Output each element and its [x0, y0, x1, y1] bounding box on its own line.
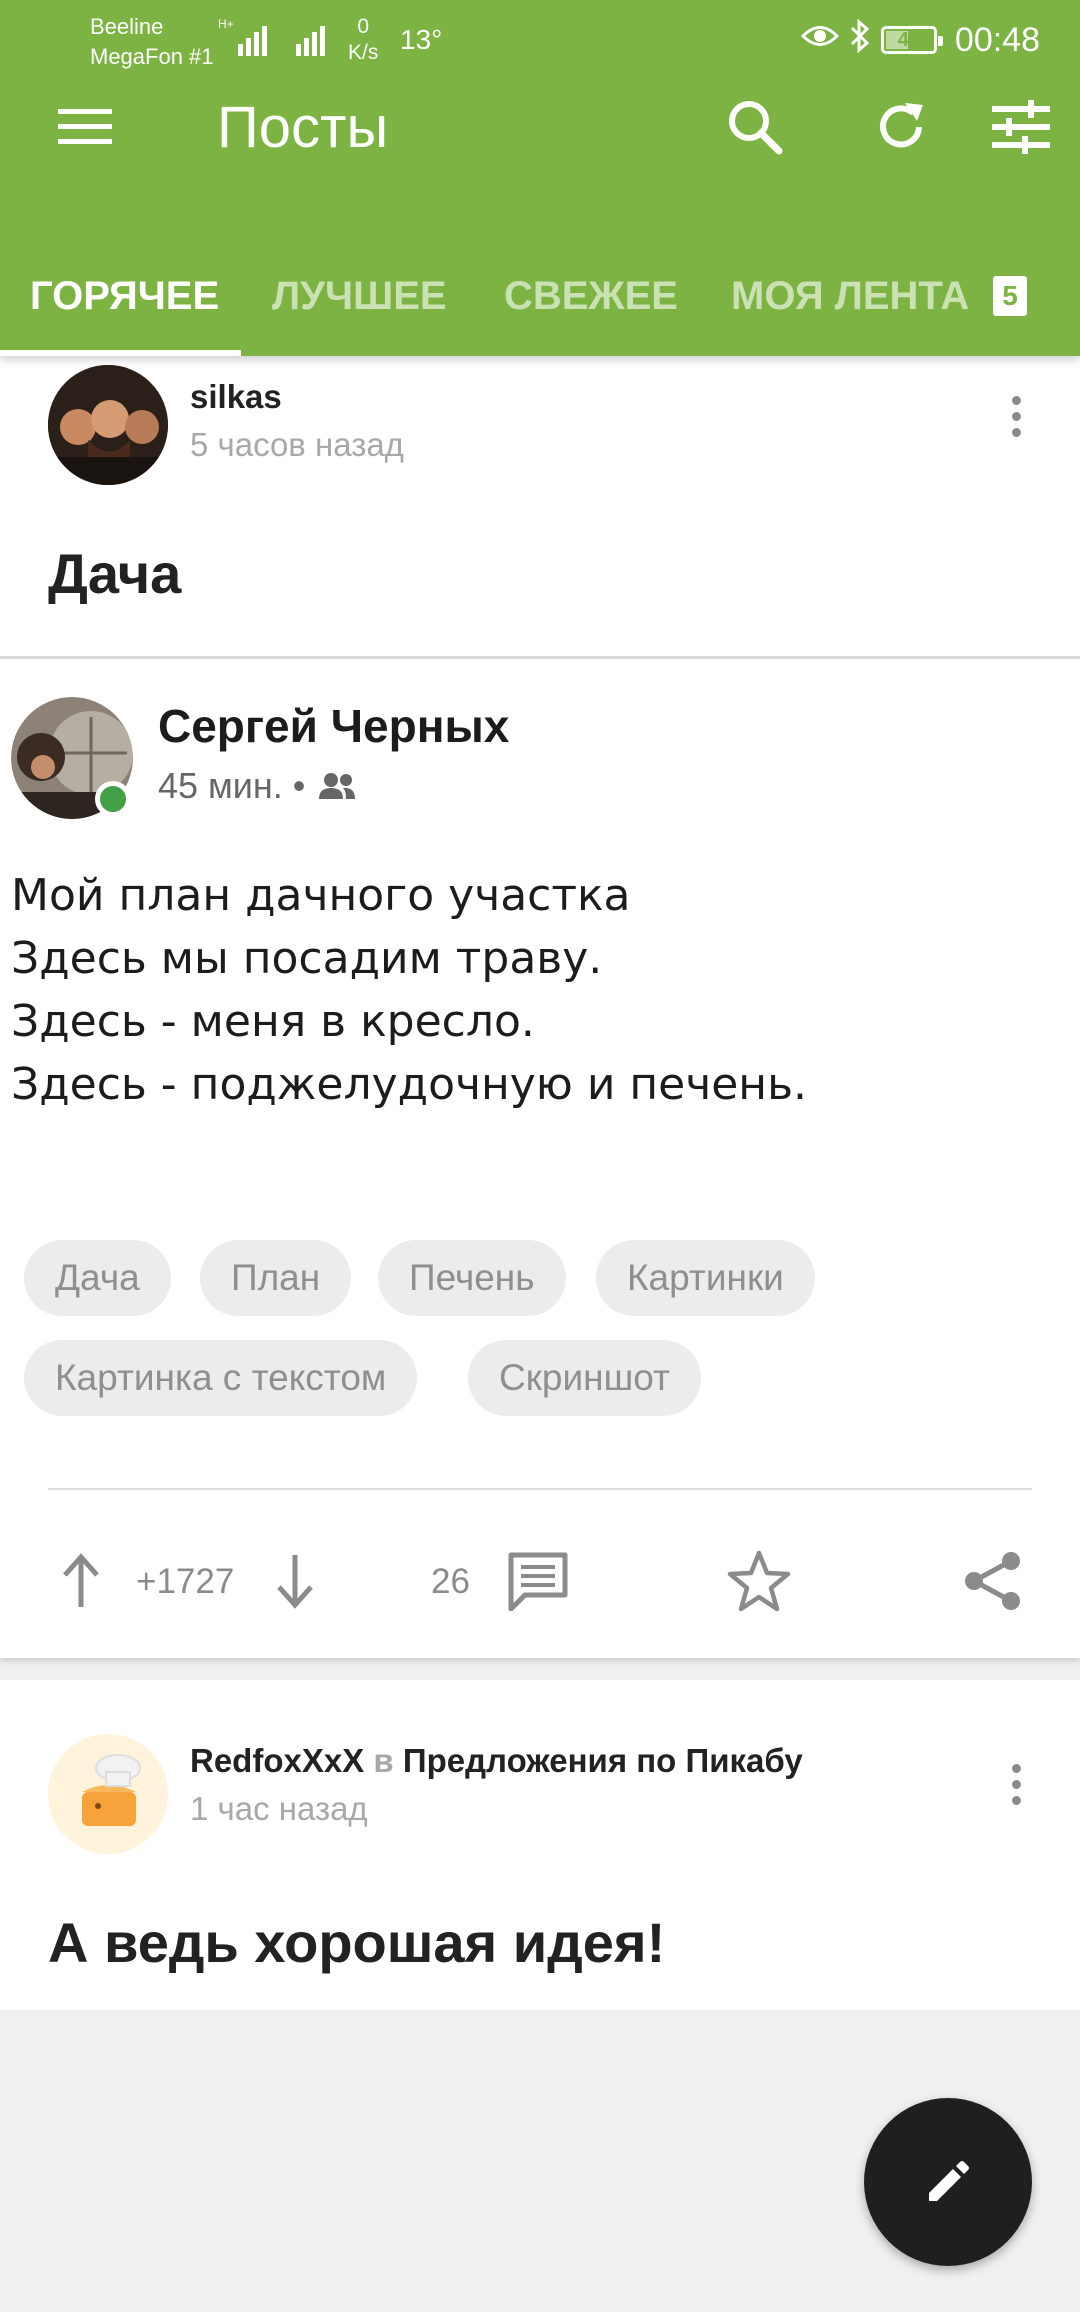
tag-chip[interactable]: Картинка с текстом — [24, 1340, 418, 1416]
battery-level: 44 — [897, 28, 921, 51]
save-button[interactable] — [714, 1536, 804, 1626]
refresh-button[interactable] — [856, 82, 946, 172]
share-button[interactable] — [948, 1536, 1038, 1626]
filter-icon — [992, 100, 1050, 154]
comment-icon — [508, 1552, 568, 1611]
signal-2-icon — [296, 22, 336, 56]
author-avatar[interactable] — [48, 365, 168, 485]
signal-1-icon: H+ — [218, 18, 268, 56]
embed-line: Мой план дачного участка — [11, 870, 631, 921]
post-byline: RedfoxXxX в Предложения по Пикабу — [190, 1742, 803, 1780]
app-bar: Beeline MegaFon #1 H+ 0 K/s 13° 44 00:48… — [0, 0, 1080, 356]
tab-label: СВЕЖЕЕ — [504, 273, 678, 318]
more-options-button[interactable] — [986, 376, 1046, 456]
embed-time: 45 мин. • — [158, 765, 306, 806]
tag-chip[interactable]: Печень — [378, 1240, 566, 1316]
tag-chip[interactable]: План — [200, 1240, 352, 1316]
status-bar: Beeline MegaFon #1 H+ 0 K/s 13° 44 00:48 — [0, 0, 1080, 80]
battery-icon: 44 — [880, 26, 943, 54]
comments-count: 26 — [431, 1562, 470, 1601]
tag-chip[interactable]: Скриншот — [468, 1340, 701, 1416]
online-status-dot — [95, 781, 131, 817]
community-name[interactable]: Предложения по Пикабу — [403, 1742, 803, 1779]
post-title[interactable]: Дача — [48, 541, 181, 606]
embed-post-time: 45 мин. • — [158, 765, 357, 807]
eye-icon — [800, 21, 840, 60]
tab-label: ЛУЧШЕЕ — [272, 273, 447, 318]
post-title[interactable]: А ведь хорошая идея! — [48, 1910, 665, 1975]
post-card: RedfoxXxX в Предложения по Пикабу 1 час … — [0, 1680, 1080, 2010]
arrow-up-icon — [63, 1553, 99, 1607]
temperature: 13° — [400, 24, 443, 55]
more-vert-icon — [1011, 395, 1021, 405]
clock: 00:48 — [954, 20, 1040, 59]
upvote-button[interactable] — [44, 1536, 118, 1626]
bluetooth-icon — [849, 18, 871, 62]
tab-best[interactable]: ЛУЧШЕЕ — [272, 236, 447, 356]
page-title: Посты — [217, 95, 389, 160]
tab-fresh[interactable]: СВЕЖЕЕ — [504, 236, 678, 356]
author-avatar[interactable] — [48, 1734, 168, 1854]
author-name[interactable]: silkas — [190, 378, 282, 416]
tab-bar: ГОРЯЧЕЕ ЛУЧШЕЕ СВЕЖЕЕ МОЯ ЛЕНТА 5 — [0, 236, 1080, 356]
embed-line: Здесь - меня в кресло. — [11, 996, 535, 1047]
comments-button[interactable] — [498, 1536, 578, 1626]
more-vert-icon — [1011, 1763, 1021, 1773]
tab-my-feed[interactable]: МОЯ ЛЕНТА 5 — [731, 236, 1027, 356]
speed-value: 0 — [357, 15, 370, 38]
refresh-icon — [880, 103, 923, 148]
tag-chip[interactable]: Дача — [24, 1240, 171, 1316]
share-icon — [965, 1552, 1020, 1610]
rating-count: +1727 — [136, 1562, 235, 1601]
embed-author-name: Сергей Черных — [158, 700, 510, 752]
tab-label: МОЯ ЛЕНТА — [731, 273, 970, 318]
embed-text: Мой план дачного участка Здесь мы посади… — [11, 864, 807, 1116]
divider — [48, 1488, 1032, 1490]
more-options-button[interactable] — [986, 1744, 1046, 1824]
network-speed: 0 K/s — [348, 14, 378, 66]
status-icons: 44 00:48 — [800, 18, 1040, 62]
arrow-down-icon — [277, 1555, 313, 1609]
post-time: 1 час назад — [190, 1790, 368, 1827]
tab-hot[interactable]: ГОРЯЧЕЕ — [30, 236, 219, 356]
pencil-icon — [929, 2161, 969, 2201]
author-name[interactable]: RedfoxXxX — [190, 1742, 364, 1779]
net-type-label: H+ — [218, 17, 234, 31]
carrier-names: Beeline MegaFon #1 — [90, 12, 214, 72]
search-icon — [729, 101, 783, 155]
tag-chip[interactable]: Картинки — [596, 1240, 815, 1316]
menu-button[interactable] — [40, 82, 130, 172]
filter-button[interactable] — [976, 82, 1066, 172]
embed-avatar — [11, 697, 133, 819]
tab-label: ГОРЯЧЕЕ — [30, 273, 220, 318]
embed-line: Здесь мы посадим траву. — [11, 933, 603, 984]
speed-unit: K/s — [348, 41, 379, 64]
post-card: silkas 5 часов назад Дача Сергей Черных — [0, 356, 1080, 1658]
tab-indicator — [0, 350, 241, 356]
in-word: в — [373, 1742, 394, 1779]
embed-line: Здесь - поджелудочную и печень. — [11, 1059, 807, 1110]
friends-icon — [319, 773, 356, 799]
downvote-button[interactable] — [258, 1536, 332, 1626]
star-icon — [727, 1550, 791, 1612]
unread-badge: 5 — [993, 276, 1027, 316]
search-button[interactable] — [710, 82, 800, 172]
menu-icon — [58, 109, 112, 144]
carrier-2: MegaFon #1 — [90, 44, 214, 69]
carrier-1: Beeline — [90, 14, 164, 39]
create-post-button[interactable] — [864, 2098, 1032, 2266]
post-time: 5 часов назад — [190, 426, 404, 463]
post-image[interactable]: Сергей Черных 45 мин. • Мой план дачного… — [0, 656, 1080, 1201]
